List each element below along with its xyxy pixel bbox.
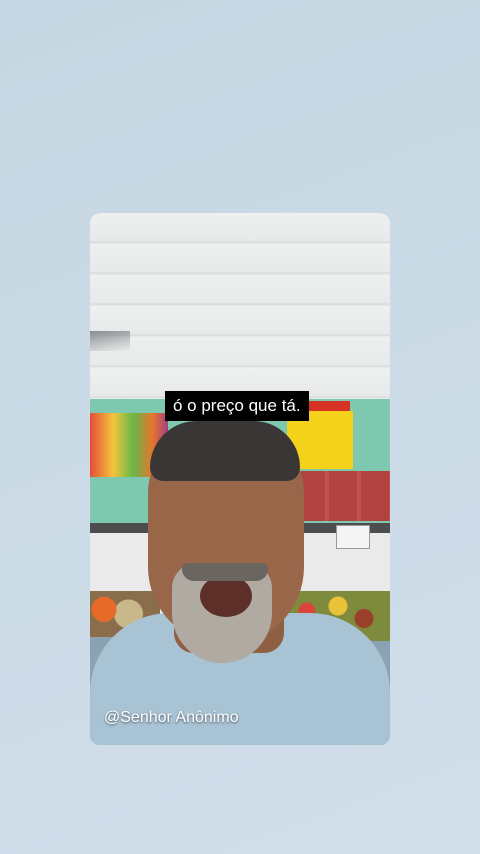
username-label[interactable]: @Senhor Anônimo (104, 709, 239, 727)
video-ceiling-shadow (90, 331, 130, 351)
video-ceiling (90, 213, 390, 403)
price-tag (336, 525, 370, 549)
person-mouth (200, 575, 252, 617)
person-moustache (182, 563, 268, 581)
person-hair (150, 421, 300, 481)
video-card[interactable]: ó o preço que tá. @Senhor Anônimo (90, 213, 390, 745)
meat-packages (297, 471, 390, 521)
video-caption: ó o preço que tá. (165, 391, 309, 421)
